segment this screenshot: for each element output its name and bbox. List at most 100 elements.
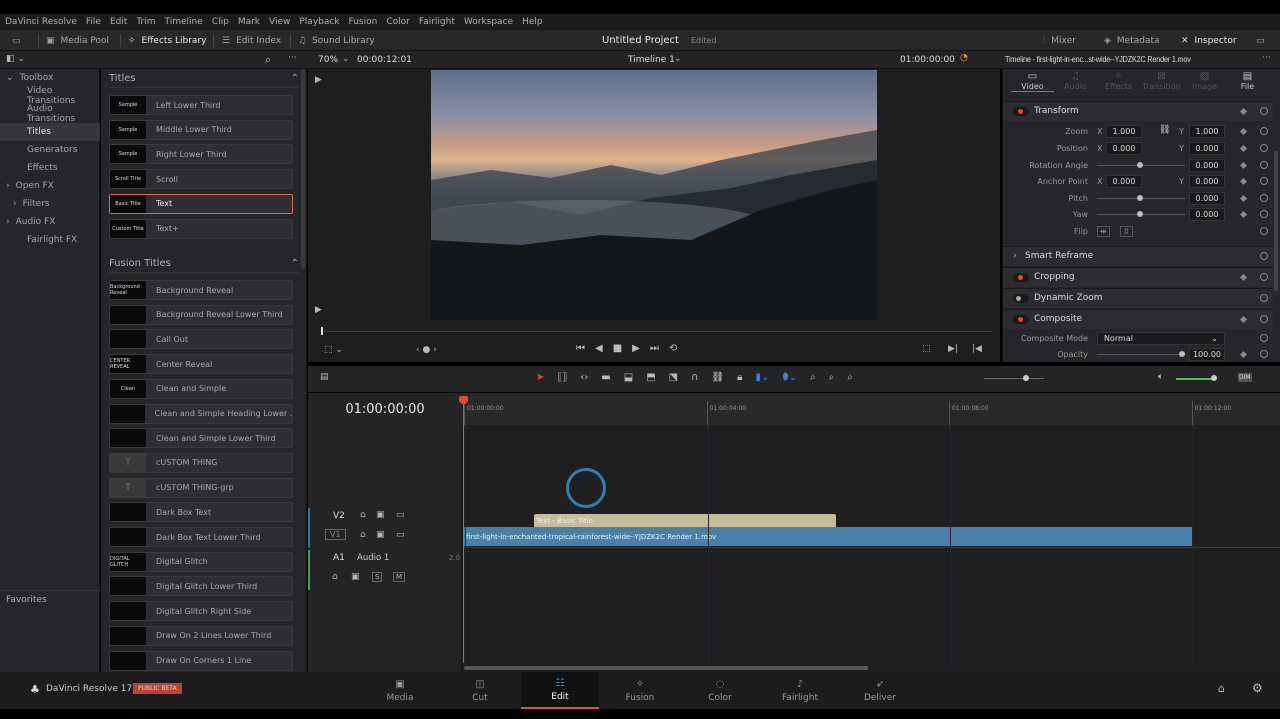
keyframe-icon[interactable]: [1239, 315, 1248, 324]
snapping-icon[interactable]: ∩: [691, 372, 698, 383]
solo-button[interactable]: S: [372, 572, 383, 582]
effect-item[interactable]: Dark Box Text: [109, 502, 293, 523]
opacity-slider[interactable]: [1097, 354, 1185, 355]
flag-icon[interactable]: ▮⌄: [755, 372, 769, 383]
smart_reframe-section[interactable]: › Smart Reframe: [1003, 246, 1273, 266]
reset-icon[interactable]: [1260, 334, 1268, 342]
tab-effects[interactable]: ✧ Effects: [1097, 71, 1140, 91]
link-icon[interactable]: ⛓: [1159, 125, 1170, 135]
zoom-x-input[interactable]: 1.000: [1106, 124, 1142, 138]
menu-item[interactable]: Clip: [212, 17, 229, 27]
sidebar-item[interactable]: Titles: [0, 123, 100, 141]
menu-item[interactable]: DaVinci Resolve: [5, 17, 77, 27]
reset-icon[interactable]: [1260, 273, 1268, 281]
effect-item[interactable]: Sample Left Lower Third: [109, 95, 293, 115]
play-icon[interactable]: ▶: [632, 343, 640, 354]
cropping-section[interactable]: Cropping: [1003, 267, 1273, 287]
scrubber-playhead[interactable]: [321, 327, 323, 335]
effect-item[interactable]: Background Reveal Lower Third: [109, 304, 293, 325]
more-options-icon[interactable]: ···: [1262, 53, 1271, 63]
horizontal-scrollbar[interactable]: [464, 666, 868, 670]
render-cache-icon[interactable]: ◔: [960, 53, 968, 63]
zoom-detail-icon[interactable]: ⌕: [829, 372, 835, 383]
effect-item[interactable]: Sample Middle Lower Third: [109, 119, 293, 140]
overwrite-clip-icon[interactable]: ⬒: [646, 372, 655, 383]
composite-section[interactable]: Composite: [1003, 309, 1273, 329]
play-forward-icon[interactable]: ▶: [315, 75, 322, 85]
effect-item[interactable]: Scroll Title Scroll: [109, 169, 293, 190]
jog-control[interactable]: ‹ ● ›: [416, 345, 437, 355]
reset-icon[interactable]: [1260, 177, 1268, 185]
reset-icon[interactable]: [1260, 227, 1268, 235]
menu-item[interactable]: Timeline: [165, 17, 203, 27]
menu-item[interactable]: Mark: [238, 17, 260, 27]
effect-item[interactable]: Call Out: [109, 329, 293, 350]
chevron-down-icon[interactable]: ⌄: [674, 54, 682, 64]
position-x-input[interactable]: 0.000: [1106, 141, 1142, 155]
dim-button[interactable]: DIM: [1238, 373, 1252, 382]
skip-back-icon[interactable]: ⏮: [576, 343, 585, 354]
reset-icon[interactable]: [1260, 294, 1268, 302]
effect-item[interactable]: Draw On Corners 1 Line: [109, 650, 293, 671]
trim-tool-icon[interactable]: ⟦⟧: [557, 372, 567, 383]
yaw-input[interactable]: 0.000: [1189, 207, 1225, 221]
inspector-button[interactable]: ✕ Inspector: [1181, 30, 1237, 51]
keyframe-icon[interactable]: [1239, 194, 1248, 203]
tab-file[interactable]: ▤ File: [1226, 71, 1269, 91]
fusion-titles-section-header[interactable]: Fusion Titles ⌃: [109, 255, 299, 273]
timeline-ruler[interactable]: 01:00:00:00 01:00:04:00 01:00:08:00 01:00:1…: [463, 393, 1280, 425]
pitch-input[interactable]: 0.000: [1189, 191, 1225, 205]
keyframe-icon[interactable]: [1239, 350, 1248, 359]
effect-item[interactable]: DIGITAL GLITCH Digital Glitch: [109, 551, 293, 572]
playhead[interactable]: [463, 403, 464, 663]
skip-forward-icon[interactable]: ⏭: [650, 343, 659, 354]
metadata-button[interactable]: ◈ Metadata: [1104, 30, 1160, 51]
transform-section[interactable]: Transform: [1003, 101, 1273, 121]
settings-gear-icon[interactable]: ⚙: [1252, 681, 1263, 695]
lock-icon[interactable]: ⌂: [360, 510, 366, 520]
reset-icon[interactable]: [1260, 127, 1268, 135]
effect-item[interactable]: Clean and Simple Lower Third: [109, 428, 293, 449]
play-reverse-icon[interactable]: ◀: [595, 343, 603, 354]
fullscreen-icon[interactable]: ▭: [1256, 30, 1265, 51]
sidebar-item[interactable]: › Open FX: [0, 177, 100, 195]
keyframe-icon[interactable]: [1239, 273, 1248, 282]
menu-item[interactable]: Help: [522, 17, 543, 27]
home-icon[interactable]: ⌂: [1218, 682, 1225, 695]
layout-icon[interactable]: ▤: [320, 372, 329, 382]
keyframe-icon[interactable]: [1239, 210, 1248, 219]
tab-transition[interactable]: ⊠ Transition: [1140, 71, 1183, 91]
next-edit-icon[interactable]: ▶|: [948, 344, 958, 354]
anchor-x-input[interactable]: 0.000: [1106, 174, 1142, 188]
selection-tool-icon[interactable]: ➤: [536, 372, 544, 383]
mixer-button[interactable]: ⫶ Mixer: [1043, 30, 1076, 51]
scrubber-bar[interactable]: [322, 331, 992, 332]
track-enable-icon[interactable]: ▭: [396, 530, 405, 540]
transform-overlay-icon[interactable]: ⬚ ⌄: [324, 345, 343, 355]
effect-item[interactable]: CENTER REVEAL Center Reveal: [109, 354, 293, 375]
effect-item[interactable]: Custom Title Text+: [109, 218, 293, 239]
sidebar-item[interactable]: Fairlight FX: [0, 231, 100, 249]
replace-clip-icon[interactable]: ⬔: [669, 372, 678, 383]
keyframe-icon[interactable]: [1239, 177, 1248, 186]
effect-item[interactable]: Digital Glitch Lower Third: [109, 576, 293, 597]
keyframe-icon[interactable]: [1239, 127, 1248, 136]
viewer-zoom[interactable]: 70%: [318, 55, 338, 65]
reset-icon[interactable]: [1260, 252, 1268, 260]
cropping-toggle[interactable]: [1013, 273, 1029, 282]
auto-select-icon[interactable]: ▣: [376, 530, 385, 540]
stop-icon[interactable]: ■: [613, 343, 622, 354]
zoom-full-icon[interactable]: ⌕: [810, 372, 816, 383]
menu-item[interactable]: Trim: [136, 17, 155, 27]
page-cut[interactable]: ◫ Cut: [441, 672, 519, 709]
flip-horizontal-button[interactable]: ⇹: [1097, 225, 1110, 237]
reset-icon[interactable]: [1260, 107, 1268, 115]
volume-slider[interactable]: [1176, 378, 1216, 380]
tab-image[interactable]: ▨ Image: [1183, 71, 1226, 91]
marker-icon[interactable]: ⬮⌄: [782, 372, 797, 383]
keyframe-icon[interactable]: [1239, 161, 1248, 170]
zoom-custom-icon[interactable]: ⌕: [847, 372, 853, 383]
sidebar-item[interactable]: › Audio FX: [0, 213, 100, 231]
sidebar-item[interactable]: Audio Transitions: [0, 104, 100, 124]
page-edit[interactable]: ☷ Edit: [521, 672, 599, 709]
